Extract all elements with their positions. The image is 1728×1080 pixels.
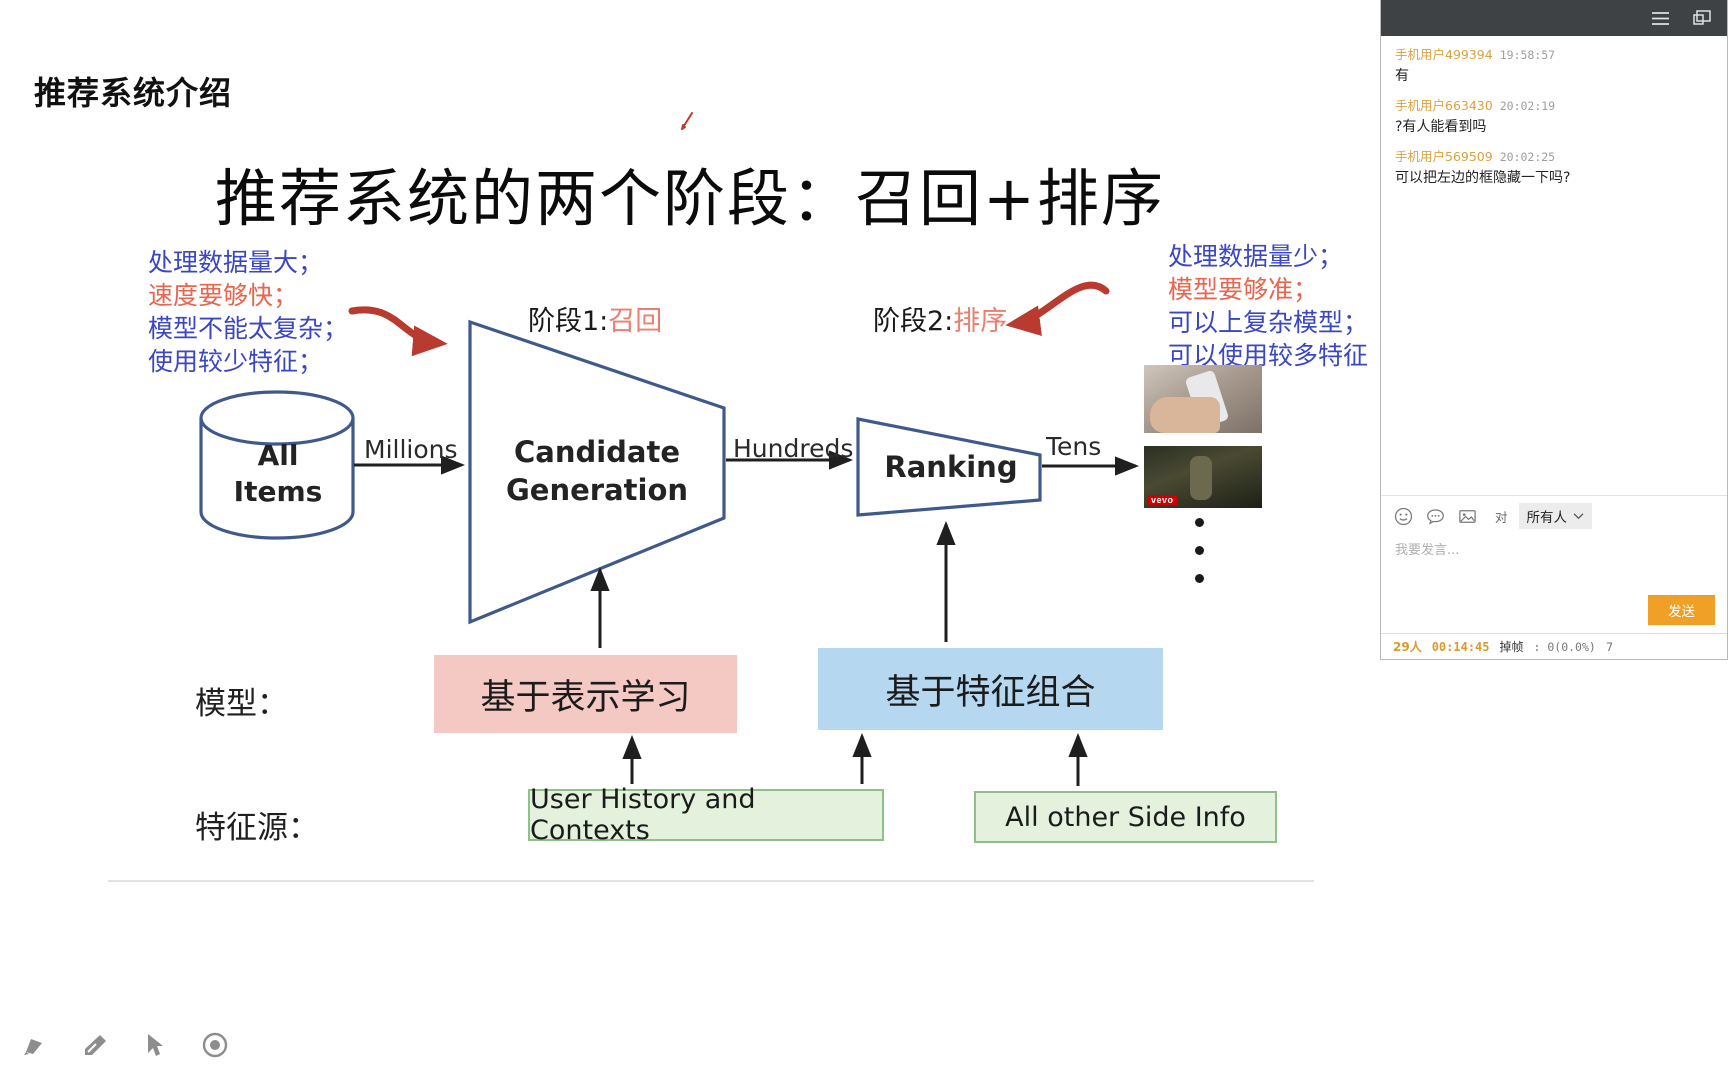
recipient-label: 对 [1495, 509, 1508, 525]
flow-label-tens: Tens [1046, 432, 1102, 461]
chat-message-list[interactable]: 手机用户499394 19:58:57 有 手机用户663430 20:02:19 … [1381, 36, 1727, 495]
result-thumbnail-phone [1144, 365, 1262, 433]
feature-box-side-info: All other Side Info [974, 791, 1277, 843]
chat-compose-area: 对 所有人 我要发言... 发送 [1381, 495, 1727, 633]
chat-message-body: ?有人能看到吗 [1395, 119, 1487, 135]
laser-pointer-tool-icon[interactable] [198, 1028, 232, 1062]
slide-canvas: 推荐系统介绍 推荐系统的两个阶段：召回+排序 处理数据量大； 速度要够快； 模型… [0, 0, 1380, 1080]
speech-bubble-icon[interactable] [1425, 506, 1446, 527]
chat-message-meta: 手机用户499394 19:58:57 [1395, 46, 1713, 64]
source-node-label: All Items [204, 438, 352, 510]
chat-message-time: 19:58:57 [1499, 48, 1556, 62]
hand-shape-icon [1150, 397, 1220, 433]
chat-message: 手机用户663430 20:02:19 ?有人能看到吗 [1395, 97, 1713, 138]
chat-message-body: 可以把左边的框隐藏一下吗? [1395, 170, 1571, 186]
chat-message-meta: 手机用户569509 20:02:25 [1395, 148, 1713, 166]
candidate-line-1: Candidate [513, 435, 681, 469]
flow-label-millions: Millions [364, 435, 458, 464]
eraser-tool-icon[interactable] [78, 1028, 112, 1062]
model-box-representation-learning: 基于表示学习 [434, 655, 737, 733]
chevron-down-icon [1573, 508, 1584, 524]
chat-message-username: 手机用户569509 [1395, 149, 1493, 164]
dropped-frames-value: : 0(0.0%) [1533, 639, 1596, 654]
viewer-count: 29人 [1393, 640, 1422, 654]
window-restore-icon[interactable] [1691, 7, 1713, 29]
ranking-label: Ranking [884, 450, 1018, 484]
source-line-2: Items [233, 475, 323, 508]
smiley-face-icon[interactable] [1393, 506, 1414, 527]
image-icon[interactable] [1457, 506, 1478, 527]
send-button[interactable]: 发送 [1648, 595, 1715, 625]
chat-status-bar: 29人 00:14:45 掉帧 : 0(0.0%) 7 [1381, 633, 1727, 659]
elapsed-time: 00:14:45 [1431, 639, 1490, 654]
source-line-1: All [257, 439, 299, 472]
chat-message-time: 20:02:19 [1499, 99, 1556, 113]
livestream-presentation-window: 推荐系统介绍 推荐系统的两个阶段：召回+排序 处理数据量大； 速度要够快； 模型… [0, 0, 1728, 1080]
slide-divider [108, 880, 1314, 882]
row-label-model: 模型： [195, 686, 288, 722]
annotation-toolbar[interactable] [8, 1022, 242, 1068]
recipient-value: 所有人 [1526, 510, 1568, 526]
hamburger-menu-icon[interactable] [1649, 7, 1671, 29]
result-thumbnail-video: vevo [1144, 446, 1262, 508]
chat-message-username: 手机用户663430 [1395, 98, 1493, 113]
dropped-frames-label: 掉帧 [1499, 640, 1524, 654]
chat-message-username: 手机用户499394 [1395, 47, 1493, 62]
ellipsis-dots [1195, 518, 1204, 602]
chat-panel-header [1381, 0, 1727, 36]
chat-panel: 手机用户499394 19:58:57 有 手机用户663430 20:02:19 … [1380, 0, 1728, 660]
model-box-feature-combination: 基于特征组合 [818, 648, 1163, 730]
chat-message: 手机用户499394 19:58:57 有 [1395, 46, 1713, 87]
row-label-feature-source: 特征源： [195, 810, 319, 846]
message-input[interactable]: 我要发言... [1381, 533, 1727, 595]
pointer-tool-icon[interactable] [138, 1028, 172, 1062]
candidate-line-2: Generation [505, 473, 689, 507]
chat-message-body: 有 [1395, 68, 1409, 84]
flow-label-hundreds: Hundreds [733, 434, 854, 463]
feature-box-user-history: User History and Contexts [528, 784, 884, 846]
chat-message-meta: 手机用户663430 20:02:19 [1395, 97, 1713, 115]
pen-tool-icon[interactable] [18, 1028, 52, 1062]
send-button-row: 发送 [1381, 595, 1727, 633]
recipient-select[interactable]: 所有人 [1518, 503, 1593, 529]
status-tail-value: 7 [1605, 639, 1614, 654]
chat-message-time: 20:02:25 [1499, 150, 1556, 164]
vevo-badge: vevo [1148, 495, 1177, 505]
chat-message: 手机用户569509 20:02:25 可以把左边的框隐藏一下吗? [1395, 148, 1713, 189]
compose-toolbar: 对 所有人 [1381, 496, 1727, 533]
pipeline-diagram [199, 281, 1139, 786]
candidate-generation-label: Candidate Generation [478, 433, 716, 509]
figure-shape-icon [1190, 456, 1212, 500]
